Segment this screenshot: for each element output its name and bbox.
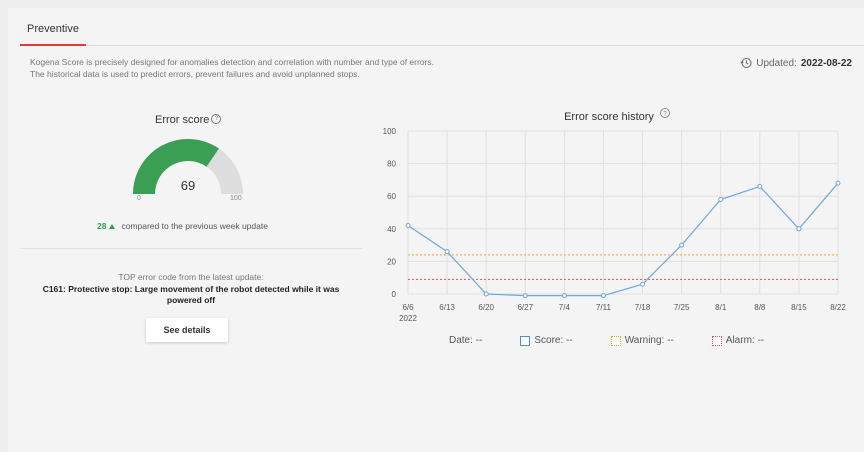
- score-point[interactable]: [718, 196, 724, 202]
- tab-bar: Preventive: [20, 8, 864, 46]
- description: Kogena Score is precisely designed for a…: [30, 57, 434, 80]
- legend-alarm-swatch: [711, 335, 722, 346]
- x-tick-label: 8/22: [830, 303, 846, 312]
- x-tick-label: 6/27: [517, 303, 533, 312]
- score-point[interactable]: [796, 226, 802, 232]
- top-error-text: C161: Protective stop: Large movement of…: [42, 284, 340, 305]
- legend-warning-label: Warning: --: [624, 335, 674, 346]
- x-tick-label: 6/6: [402, 303, 414, 312]
- x-tick-label: 8/15: [791, 303, 807, 312]
- legend-date-label: Date: --: [449, 335, 483, 346]
- y-tick-label: 20: [387, 257, 396, 266]
- chart-help-text: ?: [663, 111, 667, 118]
- x-tick-label: 8/8: [754, 303, 766, 312]
- see-details-button[interactable]: See details: [146, 318, 228, 342]
- gauge-min: 0: [137, 195, 141, 202]
- error-score-history-chart: Error score history ? 0 20 40 60 80 100 6/6 6/1…: [383, 108, 846, 323]
- score-point[interactable]: [405, 223, 411, 229]
- delta-value: 28: [97, 221, 107, 231]
- x-tick-label: 8/1: [715, 303, 727, 312]
- top-error-heading: TOP error code from the latest update:: [118, 272, 264, 282]
- x-tick-year: 2022: [399, 314, 417, 323]
- score-point[interactable]: [561, 293, 567, 299]
- y-tick-label: 60: [387, 192, 396, 201]
- x-tick-label: 6/13: [439, 303, 455, 312]
- updated-label: Updated:: [756, 57, 797, 69]
- legend-warning-swatch: [610, 335, 621, 346]
- legend-alarm-label: Alarm: --: [725, 335, 765, 346]
- gauge-title-text: Error score: [155, 114, 210, 126]
- gauge-help-icon[interactable]: ?: [211, 114, 222, 124]
- legend-warning[interactable]: Warning: --: [610, 335, 674, 346]
- updated-info: Updated: 2022-08-22: [740, 57, 852, 69]
- score-delta: 28 compared to the previous week update: [97, 221, 268, 231]
- description-line-1: Kogena Score is precisely designed for a…: [30, 57, 434, 67]
- x-tick-label: 6/20: [478, 303, 494, 312]
- score-point[interactable]: [757, 183, 763, 189]
- x-tick-label: 7/11: [596, 303, 612, 312]
- chart-title: Error score history: [564, 111, 654, 123]
- score-point[interactable]: [835, 180, 841, 186]
- gauge-max: 100: [230, 195, 242, 202]
- tab-preventive[interactable]: Preventive: [20, 8, 86, 46]
- delta-text: compared to the previous week update: [121, 221, 268, 231]
- y-tick-label: 80: [387, 160, 396, 169]
- top-error: TOP error code from the latest update: C…: [20, 272, 362, 306]
- y-tick-label: 0: [392, 290, 397, 299]
- score-point[interactable]: [483, 291, 489, 297]
- preventive-panel: Preventive Kogena Score is precisely des…: [8, 8, 864, 452]
- legend-score[interactable]: Score: --: [520, 335, 573, 346]
- legend-alarm[interactable]: Alarm: --: [711, 335, 765, 346]
- history-icon: [740, 58, 752, 68]
- legend-score-label: Score: --: [534, 335, 573, 346]
- y-tick-label: 40: [387, 225, 396, 234]
- score-point[interactable]: [679, 242, 685, 248]
- x-tick-label: 7/4: [559, 303, 571, 312]
- gauge-value: 69: [180, 178, 196, 193]
- score-point[interactable]: [600, 293, 606, 299]
- gauge-title: Error score ?: [155, 114, 222, 126]
- description-line-2: The historical data is used to predict e…: [30, 68, 360, 79]
- x-tick-label: 7/18: [635, 303, 651, 312]
- arrow-up-icon: [109, 223, 116, 229]
- updated-date: 2022-08-22: [800, 57, 852, 69]
- x-tick-label: 7/25: [674, 303, 690, 312]
- y-tick-label: 100: [383, 127, 397, 136]
- score-point[interactable]: [444, 249, 450, 255]
- score-point[interactable]: [640, 281, 646, 287]
- chart-legend: Date: -- Score: -- Warning: -- Alarm: --: [449, 335, 764, 346]
- score-point[interactable]: [522, 293, 528, 299]
- chart-help-icon[interactable]: ?: [660, 108, 670, 118]
- legend-score-swatch: [520, 335, 531, 346]
- legend-date[interactable]: Date: --: [449, 335, 482, 346]
- score-line: [407, 182, 839, 297]
- section-divider: [20, 248, 362, 249]
